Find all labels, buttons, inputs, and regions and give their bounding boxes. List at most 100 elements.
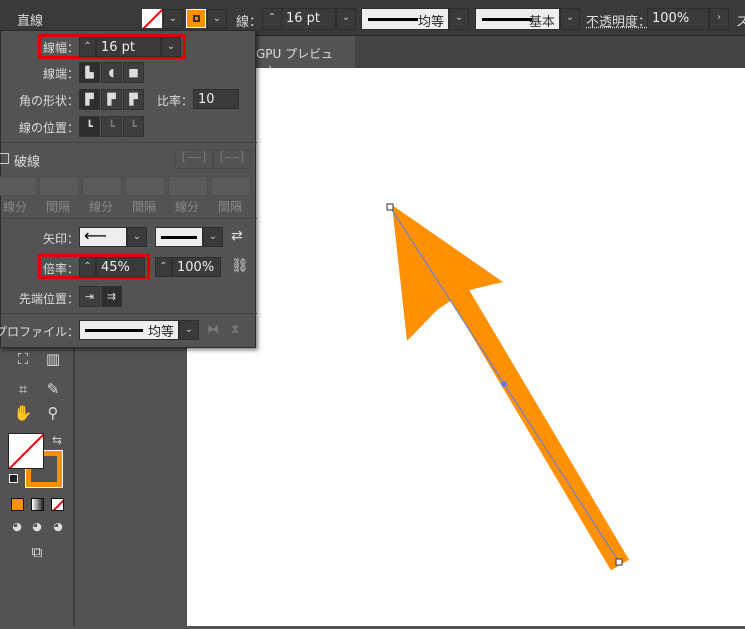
profile-label: プロファイル： [0, 325, 80, 339]
arrow-start-dropdown[interactable]: ⌄ [127, 227, 147, 247]
fill-dropdown[interactable]: ⌄ [163, 9, 183, 29]
weight-input[interactable]: 16 pt [96, 37, 161, 57]
swap-colors-icon[interactable]: ⇆ [52, 433, 62, 447]
arrow-shaft [447, 284, 630, 571]
dash-label: 線分 [89, 200, 114, 214]
panel-gutter [75, 340, 187, 626]
tip-extend-icon[interactable]: ⇥ [79, 286, 100, 307]
screen-mode-icon[interactable]: ⧉ [26, 543, 48, 561]
profile-value: 均等 [147, 325, 174, 340]
object-type-label: 直線 [17, 14, 44, 29]
none-mode-button[interactable] [51, 498, 64, 511]
dashed-label: 破線 [14, 155, 41, 170]
dash-label: 線分 [3, 200, 28, 214]
draw-inside-icon[interactable]: ◕ [47, 520, 69, 533]
color-mode-button[interactable] [11, 498, 24, 511]
limit-input[interactable]: 10 [193, 89, 239, 109]
draw-normal-icon[interactable]: ◕ [6, 520, 28, 533]
arrow-end-dropdown[interactable]: ⌄ [203, 227, 223, 247]
stroke-weight-input[interactable]: 16 pt [281, 8, 336, 30]
link-scale-icon[interactable]: ⛓ [231, 258, 249, 274]
brush-dropdown[interactable]: ⌄ [560, 8, 580, 30]
divider [1, 218, 257, 219]
round-join-icon[interactable]: ▛ [101, 89, 122, 110]
arrow-start-select[interactable]: ⟵ [79, 227, 127, 247]
profile-dropdown[interactable]: ⌄ [449, 8, 469, 30]
dash-label: 線分 [175, 200, 200, 214]
arrow-label: 矢印： [42, 232, 79, 246]
scale-end-input[interactable]: 100% [172, 257, 221, 277]
dash-field-3 [168, 176, 208, 196]
profile-select[interactable]: 均等 [79, 320, 179, 340]
cap-label: 線端： [42, 67, 79, 81]
limit-label: 比率： [156, 94, 193, 108]
bevel-join-icon[interactable]: ▛ [123, 89, 144, 110]
projecting-cap-icon[interactable]: ■ [123, 62, 144, 83]
gap-field-3 [211, 176, 251, 196]
tools-panel: ⛶ ▥ ⌗ ✎ ✋ ⚲ ⇆ ◕ ◕ ◕ ⧉ [0, 340, 75, 626]
artboard-tool-icon[interactable]: ⌗ [12, 380, 34, 398]
draw-behind-icon[interactable]: ◕ [26, 520, 48, 533]
align-center-icon[interactable]: ┗ [79, 116, 100, 137]
arrow-end-select[interactable] [155, 227, 203, 247]
scale-end-stepper[interactable]: ⌃ [155, 257, 172, 277]
graph-tool-icon[interactable]: ▥ [42, 350, 64, 368]
gap-label: 間隔 [218, 200, 243, 214]
profile-dropdown[interactable]: ⌄ [179, 320, 199, 340]
weight-dropdown[interactable]: ⌄ [161, 37, 181, 57]
artboard-canvas[interactable] [187, 68, 745, 626]
opacity-label[interactable]: 不透明度： [586, 11, 651, 30]
round-cap-icon[interactable]: ◖ [101, 62, 122, 83]
opacity-arrow-button[interactable]: › [709, 8, 729, 30]
swap-arrows-icon[interactable]: ⇄ [231, 228, 243, 244]
dash-align-icon: [‒‒] [213, 149, 251, 169]
stroke-label: 線： [236, 15, 263, 30]
align-outside-icon: ┗ [123, 116, 144, 137]
scale-start-stepper[interactable]: ⌃ [79, 257, 96, 277]
dashed-checkbox[interactable] [0, 153, 9, 164]
anchor-point-end[interactable] [615, 558, 623, 566]
gap-label: 間隔 [132, 200, 157, 214]
stroke-swatch[interactable] [186, 9, 206, 28]
style-label: ス [736, 15, 745, 30]
stroke-panel: 線幅： ⌃ 16 pt ⌄ 線端： ▙ ◖ ■ 角の形状： ▛ ▛ ▛ 比率： … [0, 30, 257, 348]
tip-place-icon[interactable]: ⇉ [101, 286, 122, 307]
weight-label: 線幅： [42, 41, 79, 55]
symbol-sprayer-tool-icon[interactable]: ⛶ [12, 350, 34, 368]
brush-value: 基本 [528, 15, 555, 30]
flip-vertical-icon: ⧗ [231, 322, 240, 336]
arrow-artwork[interactable] [187, 68, 745, 626]
fill-color-box[interactable] [8, 433, 44, 469]
zoom-tool-icon[interactable]: ⚲ [42, 404, 64, 422]
stroke-weight-dropdown[interactable]: ⌄ [336, 8, 356, 30]
corner-label: 角の形状： [18, 94, 79, 108]
align-label: 線の位置： [18, 121, 79, 135]
hand-tool-icon[interactable]: ✋ [12, 404, 34, 422]
default-colors-icon[interactable] [9, 474, 18, 483]
fill-swatch[interactable] [142, 9, 162, 28]
scale-start-input[interactable]: 45% [96, 257, 145, 277]
dash-field-1 [0, 176, 37, 196]
gap-field-2 [125, 176, 165, 196]
gradient-mode-button[interactable] [31, 498, 44, 511]
stroke-dropdown[interactable]: ⌄ [207, 9, 227, 29]
divider [1, 142, 257, 143]
document-tab[interactable]: GPU プレビュー) [250, 36, 355, 78]
flip-horizontal-icon: ⧓ [207, 322, 219, 336]
gap-label: 間隔 [46, 200, 71, 214]
stroke-stepper[interactable]: ⌃ [262, 8, 282, 30]
eyedropper-tool-icon[interactable]: ✎ [42, 380, 64, 398]
align-inside-icon: ┗ [101, 116, 122, 137]
divider [1, 313, 257, 314]
path-center-point[interactable] [501, 381, 507, 387]
miter-join-icon[interactable]: ▛ [79, 89, 100, 110]
scale-label: 倍率： [42, 262, 79, 276]
butt-cap-icon[interactable]: ▙ [79, 62, 100, 83]
opacity-input[interactable]: 100% [647, 8, 709, 30]
gap-field-1 [39, 176, 79, 196]
brush-select[interactable]: 基本 [475, 8, 560, 30]
profile-select[interactable]: 均等 [361, 8, 449, 30]
weight-stepper[interactable]: ⌃ [79, 37, 96, 57]
anchor-point-start[interactable] [386, 203, 394, 211]
dash-preserve-icon: [‒‒] [175, 149, 213, 169]
